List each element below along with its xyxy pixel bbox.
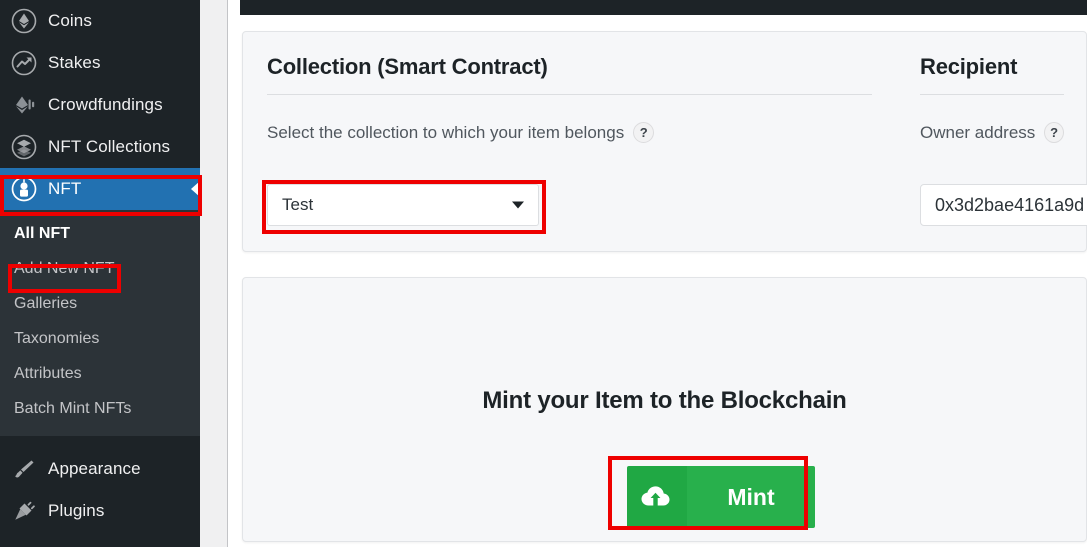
submenu-item-add-new-nft[interactable]: Add New NFT	[0, 251, 200, 286]
collection-panel-title: Collection (Smart Contract)	[267, 54, 548, 79]
submenu-item-galleries[interactable]: Galleries	[0, 286, 200, 321]
help-icon[interactable]: ?	[633, 122, 655, 143]
sidebar-gutter	[200, 0, 228, 547]
panel-divider	[267, 94, 872, 95]
sidebar-item-label: NFT Collections	[48, 137, 171, 156]
owner-address-label: Owner address ?	[920, 122, 1064, 143]
sidebar-item-label: Appearance	[48, 459, 141, 478]
nft-submenu: All NFT Add New NFT Galleries Taxonomies…	[0, 210, 200, 436]
submenu-item-batch-mint-nfts[interactable]: Batch Mint NFTs	[0, 391, 200, 426]
nft-badge-icon	[10, 175, 38, 203]
sidebar-item-label: Stakes	[48, 53, 101, 72]
recipient-panel: Recipient Owner address ? 0x3d2bae4161a9…	[896, 32, 1087, 251]
chevron-down-icon	[512, 201, 524, 209]
mint-heading: Mint your Item to the Blockchain	[482, 387, 847, 414]
paintbrush-icon	[10, 455, 38, 483]
collection-recipient-card: Collection (Smart Contract) Select the c…	[242, 31, 1087, 252]
ethereum-motion-icon	[10, 91, 38, 119]
plug-icon	[10, 497, 38, 525]
submenu-item-label: Add New NFT	[14, 259, 115, 277]
sidebar-item-nft[interactable]: NFT	[0, 168, 200, 210]
mint-card: Mint your Item to the Blockchain Mint	[242, 277, 1087, 542]
sidebar-item-label: Plugins	[48, 501, 105, 520]
sidebar-item-label: Coins	[48, 11, 92, 30]
ethereum-circle-icon	[10, 7, 38, 35]
submenu-item-label: All NFT	[14, 224, 70, 242]
collection-select[interactable]: Test	[267, 184, 539, 226]
help-icon[interactable]: ?	[1044, 122, 1064, 143]
owner-address-input[interactable]: 0x3d2bae4161a9d	[920, 184, 1087, 226]
sidebar-item-label: NFT	[48, 179, 82, 198]
sidebar-item-crowdfundings[interactable]: Crowdfundings	[0, 84, 200, 126]
chevron-left-icon	[191, 181, 200, 197]
submenu-item-label: Attributes	[14, 364, 82, 382]
trending-circle-icon	[10, 49, 38, 77]
collection-select-value: Test	[282, 195, 314, 214]
main-content: Collection (Smart Contract) Select the c…	[229, 0, 1087, 547]
sidebar-item-plugins[interactable]: Plugins	[0, 490, 200, 532]
admin-topbar	[240, 0, 1087, 15]
sidebar-item-label: Crowdfundings	[48, 95, 163, 114]
submenu-item-all-nft[interactable]: All NFT	[0, 216, 200, 251]
submenu-item-label: Batch Mint NFTs	[14, 399, 132, 417]
mint-button[interactable]: Mint	[627, 466, 815, 528]
owner-address-label-text: Owner address	[920, 122, 1036, 142]
sidebar-separator	[0, 436, 200, 448]
collection-field-label: Select the collection to which your item…	[267, 122, 872, 143]
cloud-upload-icon	[627, 466, 687, 528]
panel-divider	[920, 94, 1064, 95]
sidebar-item-nft-collections[interactable]: NFT Collections	[0, 126, 200, 168]
admin-sidebar: Coins Stakes Crowdfundings NFT Collectio…	[0, 0, 200, 547]
sidebar-item-appearance[interactable]: Appearance	[0, 448, 200, 490]
sidebar-item-coins[interactable]: Coins	[0, 0, 200, 42]
recipient-panel-title: Recipient	[920, 54, 1018, 79]
owner-address-value: 0x3d2bae4161a9d	[935, 194, 1085, 215]
layers-circle-icon	[10, 133, 38, 161]
submenu-item-label: Galleries	[14, 294, 78, 312]
submenu-item-taxonomies[interactable]: Taxonomies	[0, 321, 200, 356]
mint-button-label: Mint	[687, 466, 815, 528]
admin-screen: Coins Stakes Crowdfundings NFT Collectio…	[0, 0, 1087, 547]
submenu-item-attributes[interactable]: Attributes	[0, 356, 200, 391]
submenu-item-label: Taxonomies	[14, 329, 100, 347]
sidebar-item-stakes[interactable]: Stakes	[0, 42, 200, 84]
collection-field-label-text: Select the collection to which your item…	[267, 122, 625, 142]
